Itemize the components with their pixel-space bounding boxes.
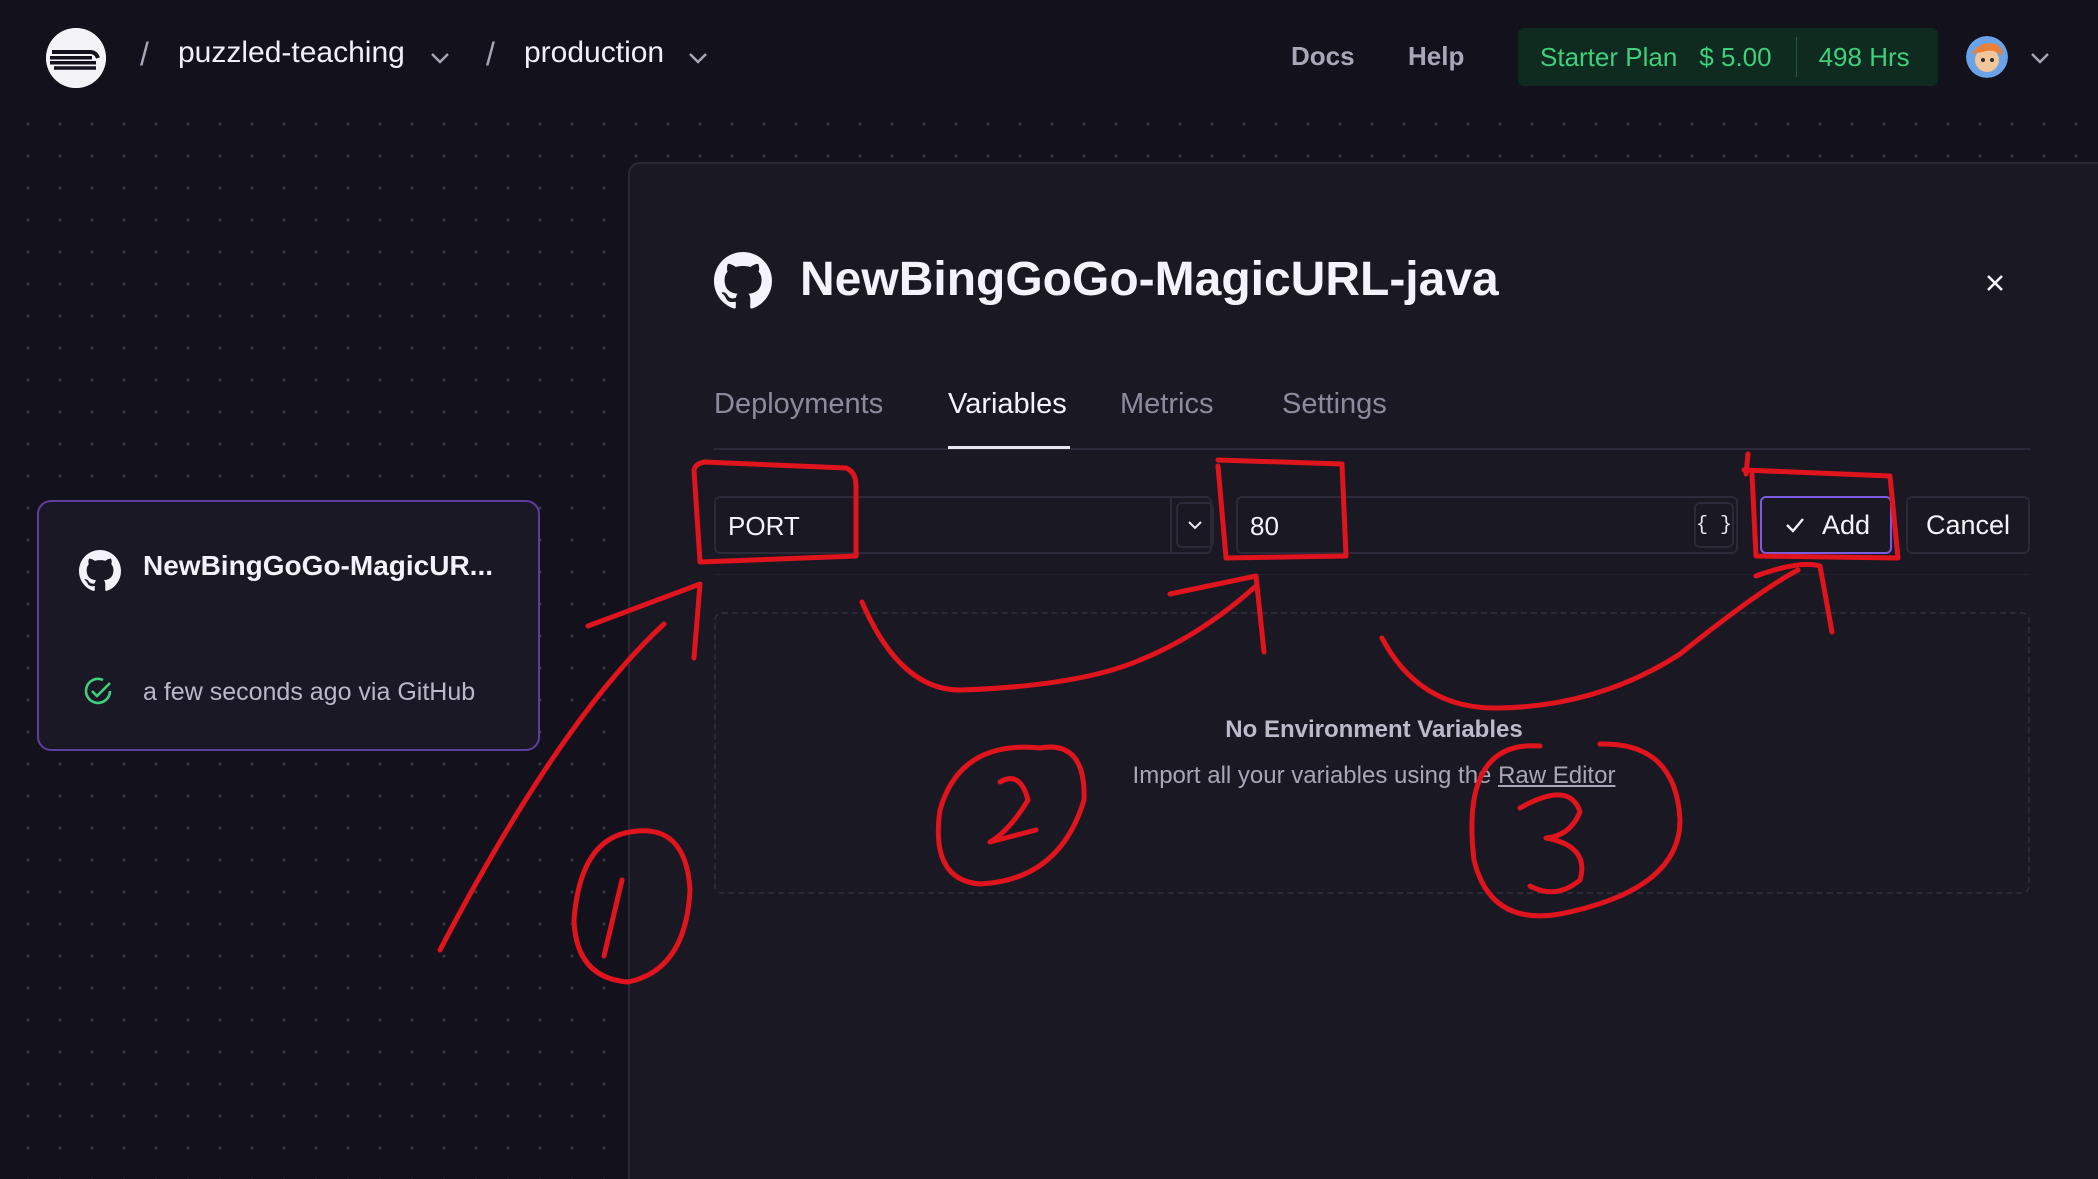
- plan-hours: 498 Hrs: [1818, 41, 1910, 72]
- service-panel: NewBingGoGo-MagicURL-java Deployments Va…: [628, 162, 2098, 1179]
- variable-suggestions-dropdown[interactable]: [1170, 498, 1214, 552]
- top-navigation-bar: / puzzled-teaching / production Docs Hel…: [0, 0, 2098, 112]
- chevron-down-icon[interactable]: [426, 44, 454, 72]
- active-tab-indicator: [948, 446, 1070, 449]
- tab-variables[interactable]: Variables: [948, 388, 1067, 421]
- add-variable-button[interactable]: Add: [1760, 496, 1892, 554]
- user-avatar-icon[interactable]: [1966, 36, 2008, 78]
- chevron-down-icon[interactable]: [2026, 44, 2054, 72]
- empty-variables-state: No Environment Variables Import all your…: [714, 612, 2030, 894]
- breadcrumb-environment[interactable]: production: [524, 36, 664, 70]
- deploy-success-icon: [81, 674, 115, 708]
- breadcrumb-separator: /: [486, 36, 495, 72]
- variable-name-input[interactable]: [726, 506, 1126, 546]
- check-icon: [1786, 518, 1804, 533]
- railway-logo-icon[interactable]: [46, 28, 106, 88]
- breadcrumb-separator: /: [140, 36, 149, 72]
- service-card[interactable]: NewBingGoGo-MagicUR... a few seconds ago…: [37, 500, 540, 751]
- variable-name-field[interactable]: [714, 496, 1212, 554]
- chevron-down-icon[interactable]: [1176, 502, 1214, 548]
- empty-state-prefix: Import all your variables using the: [1132, 762, 1499, 789]
- cancel-button[interactable]: Cancel: [1906, 496, 2030, 554]
- empty-state-subtitle: Import all your variables using the Raw …: [716, 762, 2032, 790]
- divider: [714, 574, 2030, 575]
- docs-link[interactable]: Docs: [1291, 41, 1355, 72]
- close-icon[interactable]: [1980, 268, 2010, 298]
- json-braces-button[interactable]: { }: [1694, 502, 1734, 548]
- plan-usage-badge[interactable]: Starter Plan $ 5.00 498 Hrs: [1518, 28, 1938, 86]
- plan-cost: $ 5.00: [1699, 41, 1772, 72]
- help-link[interactable]: Help: [1408, 41, 1464, 72]
- tab-metrics[interactable]: Metrics: [1120, 388, 1213, 421]
- breadcrumb-project[interactable]: puzzled-teaching: [178, 36, 405, 70]
- variable-value-input[interactable]: [1248, 506, 1648, 546]
- github-icon: [714, 252, 772, 310]
- panel-title: NewBingGoGo-MagicURL-java: [800, 253, 1499, 306]
- add-button-label: Add: [1821, 509, 1871, 540]
- tab-deployments[interactable]: Deployments: [714, 388, 883, 421]
- deploy-status-text: a few seconds ago via GitHub: [143, 678, 476, 706]
- github-icon: [79, 550, 121, 592]
- raw-editor-link[interactable]: Raw Editor: [1498, 762, 1615, 789]
- variable-value-field[interactable]: [1236, 496, 1738, 554]
- panel-tabs: Deployments Variables Metrics Settings: [714, 374, 2030, 450]
- service-name: NewBingGoGo-MagicUR...: [143, 550, 493, 581]
- chevron-down-icon[interactable]: [684, 44, 712, 72]
- plan-divider: [1795, 37, 1797, 77]
- tab-settings[interactable]: Settings: [1282, 388, 1387, 421]
- empty-state-title: No Environment Variables: [1225, 716, 1523, 743]
- plan-name: Starter Plan: [1540, 41, 1678, 72]
